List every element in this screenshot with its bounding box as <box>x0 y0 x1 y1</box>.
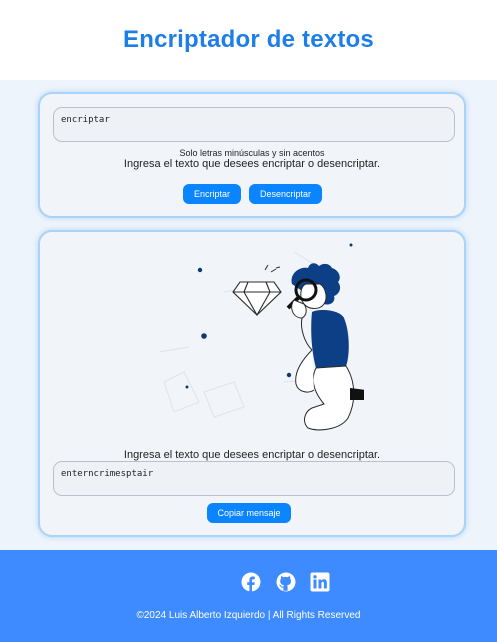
page-header: Encriptador de textos <box>0 0 497 80</box>
page-footer: ©2024 Luis Alberto Izquierdo | All Right… <box>0 550 497 642</box>
diamond-icon <box>232 281 282 317</box>
input-instruction: Ingresa el texto que desees encriptar o … <box>123 158 381 170</box>
output-card: Ingresa el texto que desees encriptar o … <box>38 230 466 537</box>
output-instruction: Ingresa el texto que desees encriptar o … <box>123 449 381 461</box>
boy-with-magnifier-illustration <box>158 243 364 431</box>
decrypt-button[interactable]: Desencriptar <box>249 184 322 204</box>
page-title: Encriptador de textos <box>123 26 374 53</box>
input-card: encriptar Solo letras minúsculas y sin a… <box>38 92 466 218</box>
copy-button[interactable]: Copiar mensaje <box>207 503 291 523</box>
encrypt-button[interactable]: Encriptar <box>183 184 241 204</box>
facebook-icon[interactable] <box>241 572 261 592</box>
input-hint: Solo letras minúsculas y sin acentos <box>179 148 325 158</box>
output-textarea[interactable]: enterncrimesptair <box>53 461 455 496</box>
input-textarea[interactable]: encriptar <box>53 107 455 142</box>
linkedin-icon[interactable] <box>310 572 330 592</box>
copyright-text: ©2024 Luis Alberto Izquierdo | All Right… <box>136 610 361 621</box>
github-icon[interactable] <box>276 572 296 592</box>
